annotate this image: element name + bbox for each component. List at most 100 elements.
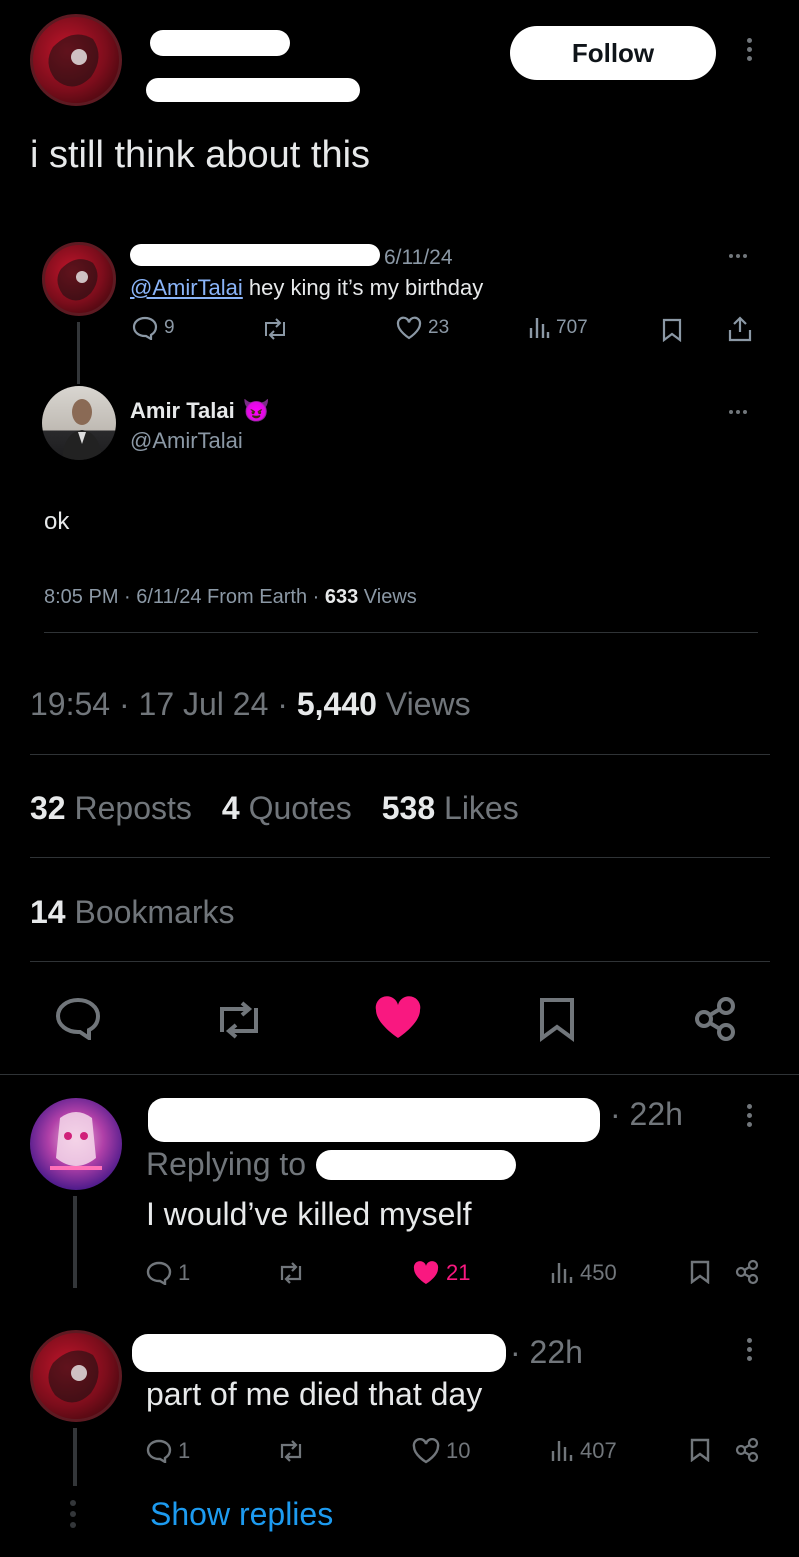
- amir-talai-avatar[interactable]: [42, 386, 116, 460]
- author-avatar[interactable]: [30, 14, 122, 106]
- tweet-time-date: 19:54 · 17 Jul 24 ·: [30, 686, 297, 722]
- reply2-share-icon[interactable]: [734, 1437, 760, 1463]
- quoted-reply-like-action[interactable]: 23: [396, 316, 449, 340]
- bookmarks-label: Bookmarks: [65, 894, 235, 930]
- bookmarks-count: 14: [30, 894, 66, 930]
- reply1-like-action[interactable]: 21: [412, 1260, 470, 1286]
- amir-name-row[interactable]: Amir Talai 😈: [130, 398, 270, 424]
- bookmarks-stat[interactable]: 14 Bookmarks: [30, 894, 235, 931]
- amir-views-count: 633: [324, 586, 359, 608]
- thread-line-reply1: [73, 1196, 77, 1288]
- quoted-reply-avatar[interactable]: [42, 242, 116, 316]
- amir-views-label: Views: [358, 586, 417, 608]
- reply1-views-count: 450: [580, 1260, 617, 1285]
- devil-emoji-badge: 😈: [242, 398, 271, 423]
- reply2-retweet-icon[interactable]: [276, 1440, 306, 1462]
- reply1-replies-count: 1: [178, 1260, 191, 1285]
- reply1-bookmark-icon[interactable]: [690, 1260, 710, 1284]
- quoted-reply-more-icon[interactable]: [729, 254, 747, 258]
- reply2-comment-action[interactable]: 1: [146, 1438, 190, 1464]
- quotes-label: Quotes: [239, 790, 352, 826]
- heart-icon: [396, 316, 422, 340]
- thread-line: [77, 322, 80, 384]
- reply1-views-action[interactable]: 450: [550, 1260, 617, 1286]
- quoted-reply-views-action[interactable]: 707: [528, 316, 588, 340]
- reply2-text: part of me died that day: [146, 1376, 483, 1412]
- bookmark-button[interactable]: [538, 996, 576, 1042]
- reply1-more-icon[interactable]: [747, 1104, 752, 1127]
- reply2-replies-count: 1: [178, 1438, 191, 1463]
- reply1-avatar[interactable]: [30, 1098, 122, 1190]
- redacted-reply2-name: [132, 1334, 506, 1372]
- reply2-likes-count: 10: [446, 1438, 471, 1463]
- action-divider: [0, 1074, 799, 1075]
- reply2-views-count: 407: [580, 1438, 617, 1463]
- quoted-reply-likes-count: 23: [428, 317, 450, 338]
- meta-divider: [30, 754, 770, 755]
- quoted-reply-date: 6/11/24: [384, 246, 453, 269]
- amir-reply-meta: 8:05 PM · 6/11/24 From Earth · 633 Views: [44, 586, 417, 609]
- likes-label: Likes: [435, 790, 519, 826]
- engagement-row: 32 Reposts 4 Quotes 538 Likes: [30, 790, 519, 827]
- quoted-reply-comment-action[interactable]: 9: [132, 316, 175, 340]
- quoted-reply-views-count: 707: [556, 317, 588, 338]
- reposts-stat[interactable]: 32 Reposts: [30, 790, 192, 827]
- heart-filled-icon: [412, 1260, 440, 1286]
- tweet-timestamp-views: 19:54 · 17 Jul 24 · 5,440 Views: [30, 686, 471, 723]
- quotes-stat[interactable]: 4 Quotes: [222, 790, 352, 827]
- views-icon: [550, 1439, 574, 1463]
- more-options-icon[interactable]: [747, 38, 752, 61]
- quoted-reply-replies-count: 9: [164, 317, 175, 338]
- views-icon: [528, 316, 550, 340]
- reply2-avatar[interactable]: [30, 1330, 122, 1422]
- follow-button[interactable]: Follow: [510, 26, 716, 80]
- reply2-time: · 22h: [510, 1334, 583, 1370]
- heart-icon: [412, 1438, 440, 1464]
- reply2-views-action[interactable]: 407: [550, 1438, 617, 1464]
- redacted-display-name: [150, 30, 290, 56]
- amir-handle[interactable]: @AmirTalai: [130, 428, 243, 454]
- quoted-reply-text: hey king it’s my birthday: [242, 275, 484, 300]
- tweet-text: i still think about this: [30, 134, 371, 176]
- reply1-comment-action[interactable]: 1: [146, 1260, 190, 1286]
- engagement-divider: [30, 857, 770, 858]
- amir-more-icon[interactable]: [729, 410, 747, 414]
- views-icon: [550, 1261, 574, 1285]
- thread-line-reply2: [73, 1428, 77, 1486]
- reposts-count: 32: [30, 790, 66, 826]
- reply1-text: I would’ve killed myself: [146, 1196, 472, 1232]
- quoted-divider: [44, 632, 758, 633]
- likes-stat[interactable]: 538 Likes: [382, 790, 519, 827]
- quoted-reply-body: @AmirTalai hey king it’s my birthday: [130, 275, 483, 301]
- share-button[interactable]: [692, 996, 738, 1042]
- reply2-more-icon[interactable]: [747, 1338, 752, 1361]
- retweet-icon[interactable]: [260, 318, 290, 340]
- redacted-reply1-name: [148, 1098, 600, 1142]
- likes-count: 538: [381, 790, 436, 826]
- quotes-count: 4: [221, 790, 240, 826]
- show-replies-link[interactable]: Show replies: [150, 1496, 333, 1533]
- comment-icon: [132, 316, 158, 340]
- reposts-label: Reposts: [65, 790, 192, 826]
- thread-continuation-dots: [70, 1500, 76, 1528]
- reply2-bookmark-icon[interactable]: [690, 1438, 710, 1462]
- reply1-share-icon[interactable]: [734, 1259, 760, 1285]
- reply1-retweet-icon[interactable]: [276, 1262, 306, 1284]
- comment-icon: [146, 1261, 172, 1285]
- tweet-views-count: 5,440: [296, 686, 377, 722]
- reply1-likes-count: 21: [446, 1260, 471, 1285]
- amir-meta-prefix: 8:05 PM · 6/11/24 From Earth ·: [44, 586, 325, 608]
- bookmarks-divider: [30, 961, 770, 962]
- tweet-views-label: Views: [376, 686, 471, 722]
- redacted-handle: [146, 78, 360, 102]
- amir-display-name: Amir Talai: [130, 398, 235, 423]
- retweet-button[interactable]: [212, 1000, 266, 1040]
- bookmark-icon[interactable]: [662, 318, 682, 342]
- mention-link[interactable]: @AmirTalai: [130, 275, 243, 300]
- amir-reply-text: ok: [44, 508, 70, 535]
- like-button-active[interactable]: [374, 996, 422, 1040]
- share-icon[interactable]: [728, 316, 752, 342]
- reply1-time: · 22h: [610, 1096, 683, 1132]
- reply-button[interactable]: [54, 996, 102, 1040]
- reply2-like-action[interactable]: 10: [412, 1438, 470, 1464]
